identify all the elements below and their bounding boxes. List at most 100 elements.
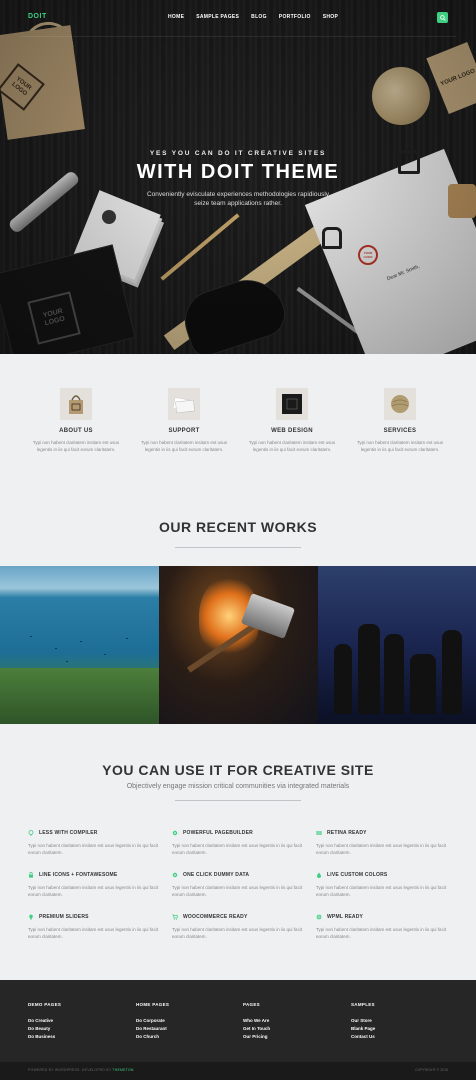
- gear-icon: [172, 830, 178, 836]
- creative-item: LINE ICONS + FONTAWESOME Typi non habent…: [28, 872, 160, 898]
- work-item-cast[interactable]: [318, 566, 476, 724]
- creative-item-text: Typi non habent claritatem insitam est u…: [28, 843, 159, 855]
- pencil-decor: [160, 213, 240, 281]
- footer-column-demo-pages: DEMO PAGES Do Creative Do Beauty Do Busi…: [28, 1002, 61, 1041]
- creative-item-text: Typi non habent claritatem insitam est u…: [316, 885, 447, 897]
- recent-works-gallery: [0, 566, 476, 724]
- footer-link[interactable]: Our Store: [351, 1017, 375, 1025]
- creative-item-title: RETINA READY: [327, 830, 367, 836]
- footer-column-pages: PAGES Who We Are Get In Touch Our Pricin…: [243, 1002, 270, 1041]
- feature-text: Typi non habent claritatem insitam est u…: [32, 440, 120, 452]
- section-divider: [175, 547, 301, 548]
- creative-item: POWERFUL PAGEBUILDER Typi non habent cla…: [172, 830, 304, 856]
- nav-item-sample-pages[interactable]: SAMPLE PAGES: [196, 14, 239, 20]
- card-badge-decor: [102, 210, 116, 224]
- seabed-decor: [0, 668, 159, 724]
- creative-item: WPML READY Typi non habent claritatem in…: [316, 914, 448, 940]
- footer-column-home-pages: HOME PAGES Do Corporate Do Restaurant Do…: [136, 1002, 169, 1041]
- feature-web-design: WEB DESIGN Typi non habent claritatem in…: [238, 388, 346, 453]
- footer-column-title: PAGES: [243, 1002, 260, 1007]
- globe-icon: [316, 914, 322, 920]
- person-silhouette: [410, 654, 436, 714]
- work-item-hammer[interactable]: [159, 566, 318, 724]
- fish-decor: [126, 638, 128, 639]
- person-silhouette: [358, 624, 380, 714]
- black-box-icon: [276, 388, 308, 420]
- hero-description: Conveniently evisculate experiences meth…: [146, 191, 330, 207]
- hero-content: YES YOU CAN DO IT CREATIVE SITES WITH DO…: [0, 150, 476, 208]
- creative-item-title: WPML READY: [327, 914, 364, 920]
- footer-link[interactable]: Contact Us: [351, 1033, 375, 1041]
- footer-link[interactable]: Who We Are: [243, 1017, 270, 1025]
- feature-title: ABOUT US: [59, 428, 93, 434]
- recent-works-title: OUR RECENT WORKS: [158, 519, 318, 535]
- feature-text: Typi non habent claritatem insitam est u…: [140, 440, 228, 452]
- feature-text: Typi non habent claritatem insitam est u…: [248, 440, 336, 452]
- twine-ball-decor: [372, 67, 430, 125]
- footer-column-samples: SAMPLES Our Store Blank Page Contact Us: [351, 1002, 375, 1041]
- creative-item-text: Typi non habent claritatem insitam est u…: [316, 927, 447, 939]
- creative-item-title: POWERFUL PAGEBUILDER: [183, 830, 253, 836]
- fish-decor: [80, 641, 82, 642]
- creative-item-text: Typi non habent claritatem insitam est u…: [316, 843, 447, 855]
- footer-column-title: SAMPLES: [351, 1002, 375, 1007]
- main-navigation: DOIT HOME SAMPLE PAGES BLOG PORTFOLIO SH…: [0, 0, 476, 38]
- site-footer: DEMO PAGES Do Creative Do Beauty Do Busi…: [0, 980, 476, 1062]
- gift-tag-decor: YOUR LOGO: [426, 41, 476, 115]
- person-silhouette: [442, 630, 462, 714]
- lightbulb-icon: [28, 914, 34, 920]
- search-button[interactable]: [437, 12, 448, 23]
- footer-column-title: HOME PAGES: [136, 1002, 170, 1007]
- developer-link[interactable]: THEMETON: [112, 1068, 133, 1072]
- creative-item: PREMIUM SLIDERS Typi non habent claritat…: [28, 914, 160, 940]
- nav-item-blog[interactable]: BLOG: [251, 14, 267, 20]
- fish-decor: [55, 648, 57, 649]
- gear-icon: [172, 872, 178, 878]
- person-silhouette: [384, 634, 404, 714]
- footer-link[interactable]: Blank Page: [351, 1025, 375, 1033]
- fish-decor: [104, 654, 106, 655]
- creative-item-title: LIVE CUSTOM COLORS: [327, 872, 388, 878]
- letter-seal-stamp: YOUR LOGO: [358, 245, 378, 265]
- creative-item-text: Typi non habent claritatem insitam est u…: [28, 927, 159, 939]
- search-icon: [439, 14, 446, 21]
- business-cards-icon: [168, 388, 200, 420]
- hero-section: YOUR LOGO YOUR LOGO YOUR LOGO YOUR LOGO …: [0, 0, 476, 354]
- columns-icon: [316, 830, 322, 836]
- footer-link[interactable]: Do Creative: [28, 1017, 61, 1025]
- nav-menu: HOME SAMPLE PAGES BLOG PORTFOLIO SHOP: [168, 14, 338, 20]
- creative-item: LESS WITH COMPILER Typi non habent clari…: [28, 830, 160, 856]
- work-item-ocean[interactable]: [0, 566, 159, 724]
- footer-link[interactable]: Do Restaurant: [136, 1025, 169, 1033]
- nav-item-portfolio[interactable]: PORTFOLIO: [279, 14, 311, 20]
- copyright-text: COPYRIGHT © 2015: [414, 1068, 448, 1072]
- footer-column-title: DEMO PAGES: [28, 1002, 62, 1007]
- creative-item: LIVE CUSTOM COLORS Typi non habent clari…: [316, 872, 448, 898]
- feature-text: Typi non habent claritatem insitam est u…: [356, 440, 444, 452]
- feature-title: WEB DESIGN: [271, 428, 313, 434]
- creative-item-title: LINE ICONS + FONTAWESOME: [39, 872, 118, 878]
- creative-item: RETINA READY Typi non habent claritatem …: [316, 830, 448, 856]
- features-section: ABOUT US Typi non habent claritatem insi…: [0, 354, 476, 566]
- footer-link[interactable]: Do Business: [28, 1033, 61, 1041]
- footer-link[interactable]: Get In Touch: [243, 1025, 270, 1033]
- powered-by-text: POWERED BY WORDPRESS. DEVELOPED BY THEME…: [28, 1068, 134, 1072]
- footer-link[interactable]: Do Beauty: [28, 1025, 61, 1033]
- hero-subtitle: YES YOU CAN DO IT CREATIVE SITES: [149, 150, 327, 157]
- creative-features-section: YOU CAN USE IT FOR CREATIVE SITE Objecti…: [0, 724, 476, 980]
- section-divider: [175, 800, 301, 801]
- creative-item-title: ONE CLICK DUMMY DATA: [183, 872, 250, 878]
- shopping-bag-icon: [60, 388, 92, 420]
- footer-bottom-bar: POWERED BY WORDPRESS. DEVELOPED BY THEME…: [0, 1062, 476, 1080]
- creative-title: YOU CAN USE IT FOR CREATIVE SITE: [102, 762, 374, 778]
- footer-link[interactable]: Our Pricing: [243, 1033, 270, 1041]
- footer-link[interactable]: Do Church: [136, 1033, 169, 1041]
- creative-item-text: Typi non habent claritatem insitam est u…: [172, 927, 303, 939]
- creative-item-text: Typi non habent claritatem insitam est u…: [172, 843, 303, 855]
- nav-divider: [20, 36, 456, 37]
- site-logo[interactable]: DOIT: [28, 13, 47, 20]
- nav-item-home[interactable]: HOME: [168, 14, 184, 20]
- creative-item-title: WOOCOMMERCE READY: [183, 914, 248, 920]
- footer-link[interactable]: Do Corporate: [136, 1017, 169, 1025]
- nav-item-shop[interactable]: SHOP: [323, 14, 338, 20]
